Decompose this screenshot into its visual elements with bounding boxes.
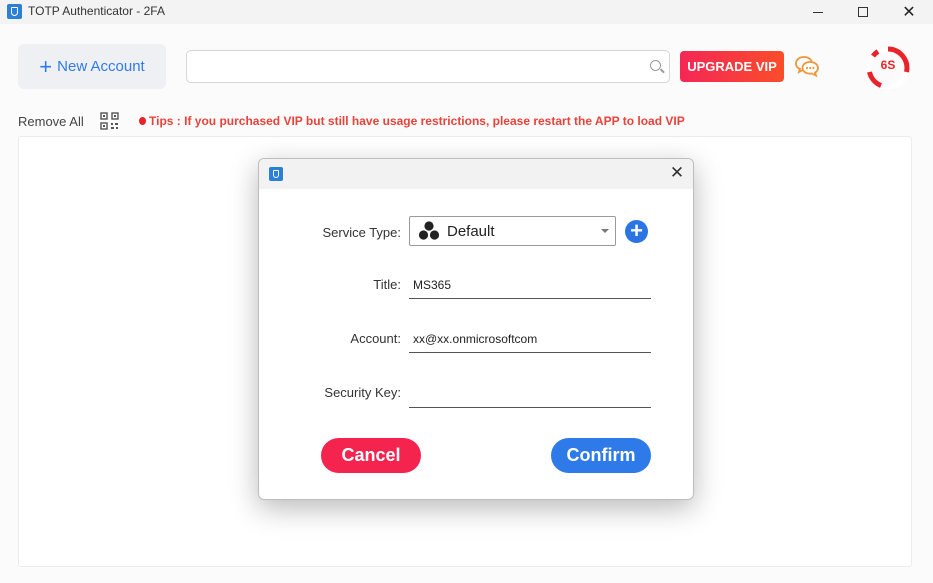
qr-code-icon[interactable]	[100, 112, 119, 130]
minimize-button[interactable]	[795, 0, 841, 24]
vip-tip-text: Tips : If you purchased VIP but still ha…	[149, 114, 685, 128]
title-bar: TOTP Authenticator - 2FA ✕	[0, 0, 933, 24]
new-account-dialog: ✕ Service Type: Default + Title: MS365 A…	[258, 158, 694, 500]
window-title: TOTP Authenticator - 2FA	[28, 4, 165, 18]
security-key-field[interactable]	[409, 380, 651, 408]
account-label: Account:	[350, 331, 401, 346]
minimize-icon	[813, 11, 823, 13]
app-shield-icon	[7, 4, 22, 19]
cubes-icon	[418, 221, 440, 240]
maximize-button[interactable]	[840, 0, 886, 24]
search-input[interactable]	[187, 51, 669, 82]
maximize-icon	[858, 7, 868, 17]
service-type-select[interactable]: Default	[409, 216, 616, 246]
countdown-label: 6S	[880, 58, 896, 72]
new-account-label: New Account	[57, 58, 145, 75]
title-label: Title:	[373, 277, 401, 292]
dropdown-arrow-icon	[601, 229, 609, 233]
security-key-label: Security Key:	[324, 385, 401, 400]
close-window-button[interactable]: ✕	[886, 0, 932, 24]
cancel-button[interactable]: Cancel	[321, 438, 421, 473]
chat-icon[interactable]	[795, 55, 819, 77]
service-type-label: Service Type:	[322, 225, 401, 240]
upgrade-vip-button[interactable]: UPGRADE VIP	[680, 51, 784, 82]
title-field[interactable]: MS365	[409, 271, 651, 299]
add-service-type-button[interactable]: +	[625, 220, 648, 243]
dialog-close-button[interactable]: ✕	[669, 164, 685, 182]
search-box[interactable]	[186, 50, 670, 83]
confirm-button[interactable]: Confirm	[551, 438, 651, 473]
account-field[interactable]: xx@xx.onmicrosoftcom	[409, 325, 651, 353]
remove-all-button[interactable]: Remove All	[18, 114, 84, 129]
search-icon[interactable]	[650, 60, 661, 71]
new-account-button[interactable]: + New Account	[18, 44, 166, 89]
heart-icon	[139, 117, 146, 125]
dialog-header: ✕	[259, 159, 693, 189]
service-type-value: Default	[447, 222, 495, 240]
vip-tip: Tips : If you purchased VIP but still ha…	[139, 114, 685, 128]
plus-icon: +	[39, 53, 53, 79]
dialog-shield-icon	[269, 167, 283, 181]
